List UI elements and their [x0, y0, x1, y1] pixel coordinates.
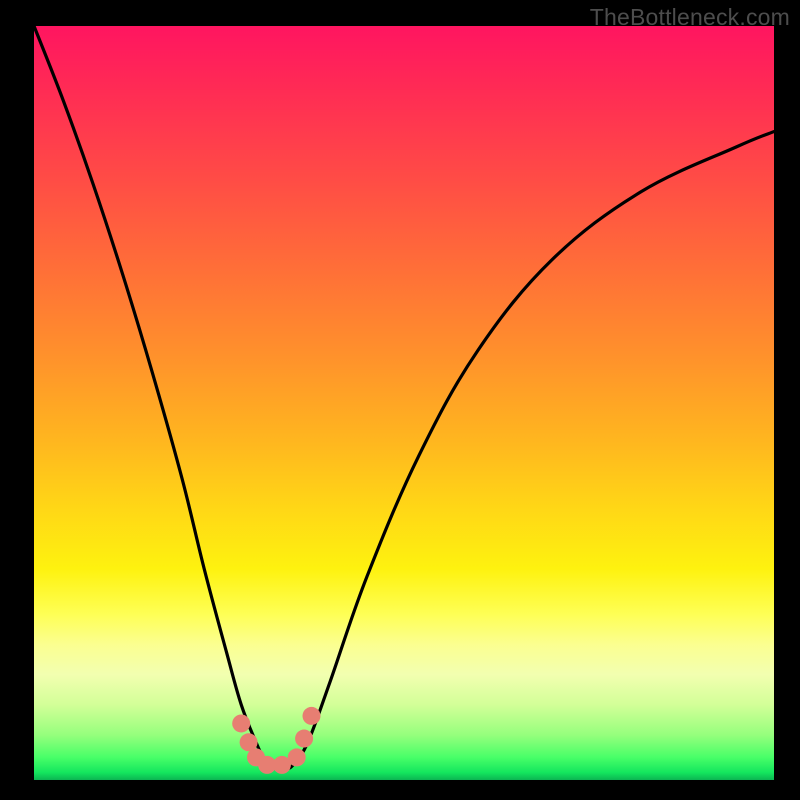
- chart-frame: TheBottleneck.com: [0, 0, 800, 800]
- curve-marker-group: [232, 707, 320, 774]
- curve-marker: [295, 730, 313, 748]
- curve-marker: [232, 714, 250, 732]
- curve-svg: [34, 26, 774, 780]
- bottleneck-curve: [34, 26, 774, 769]
- plot-area: [34, 26, 774, 780]
- curve-marker: [288, 748, 306, 766]
- curve-marker: [303, 707, 321, 725]
